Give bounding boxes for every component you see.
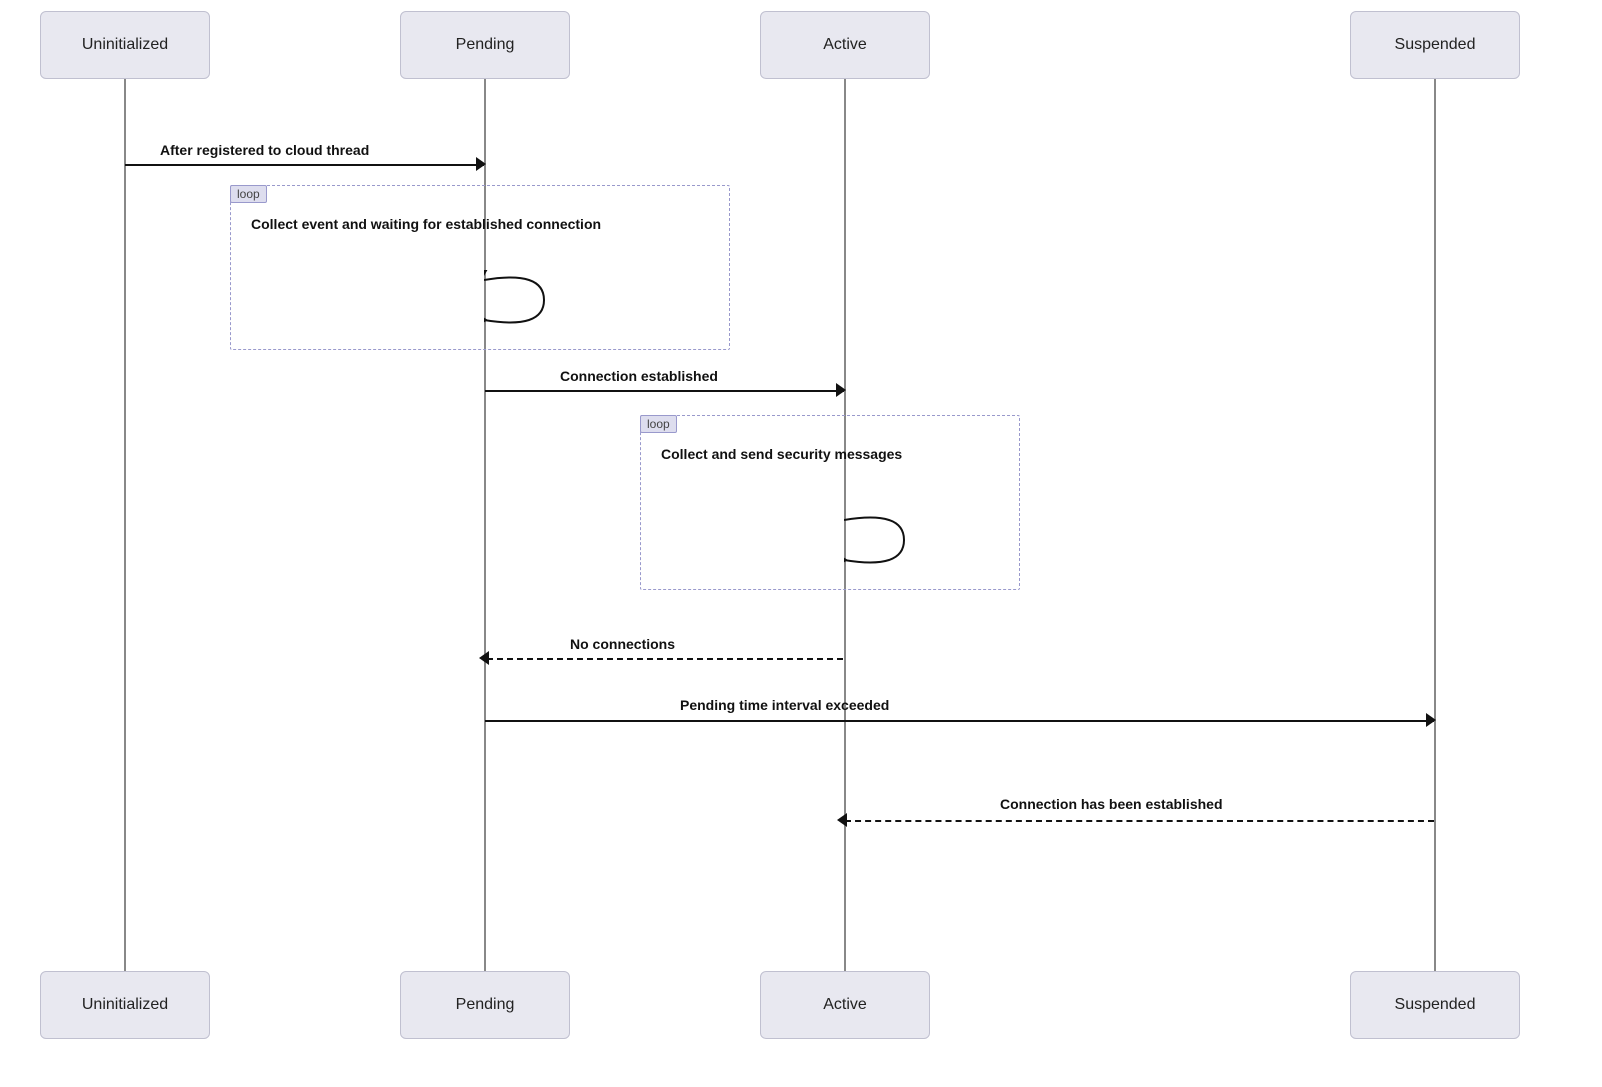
arrow-line-2 [485,390,844,392]
message-label-2: Connection established [560,368,718,384]
sequence-diagram: Uninitialized Pending Active Suspended U… [0,0,1602,1087]
lifeline-box-suspended-top: Suspended [1350,11,1520,79]
arrowhead-3 [479,651,489,665]
loop-box-1: loop Collect event and waiting for estab… [230,185,730,350]
loop-text-1: Collect event and waiting for establishe… [251,216,601,232]
loop-label-1: loop [230,185,267,203]
message-label-4: Pending time interval exceeded [680,697,889,713]
arrow-line-5-dashed [845,820,1434,822]
lifeline-uninit [124,79,126,971]
message-label-3: No connections [570,636,675,652]
arrow-line-3-dashed [487,658,843,660]
lifeline-box-active-bottom: Active [760,971,930,1039]
loop-text-2: Collect and send security messages [661,446,902,462]
lifeline-box-active-top: Active [760,11,930,79]
arrowhead-5 [837,813,847,827]
message-label-5: Connection has been established [1000,796,1223,812]
lifeline-box-uninit-bottom: Uninitialized [40,971,210,1039]
lifeline-box-suspended-bottom: Suspended [1350,971,1520,1039]
lifeline-box-pending-top: Pending [400,11,570,79]
lifeline-box-pending-bottom: Pending [400,971,570,1039]
self-loop-2 [844,510,924,570]
arrow-line-4 [485,720,1434,722]
arrowhead-4 [1426,713,1436,727]
loop-label-2: loop [640,415,677,433]
lifeline-suspended [1434,79,1436,971]
message-label-1: After registered to cloud thread [160,142,369,158]
arrowhead-2 [836,383,846,397]
arrowhead-1 [476,157,486,171]
loop-box-2: loop Collect and send security messages [640,415,1020,590]
lifeline-box-uninit-top: Uninitialized [40,11,210,79]
self-loop-1 [484,270,564,330]
arrow-line-1 [125,164,484,166]
